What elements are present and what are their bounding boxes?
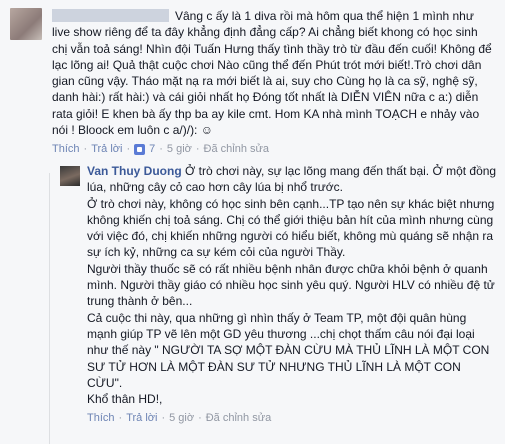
avatar[interactable] [10, 8, 42, 40]
author-name[interactable]: Van Thuy Duong [87, 164, 182, 178]
timestamp[interactable]: 5 giờ [167, 142, 192, 156]
comment-text: Vâng c ấy là 1 diva rồi mà hôm qua thể h… [52, 8, 492, 138]
like-icon [134, 143, 146, 155]
comment-body: Vâng c ấy là 1 diva rồi mà hôm qua thể h… [52, 8, 492, 156]
reply-thread-line [49, 173, 50, 444]
comment-content: Vâng c ấy là 1 diva rồi mà hôm qua thể h… [52, 9, 496, 138]
comment-body: Van Thuy Duong Ở trò chơi này, sự lạc lõ… [87, 163, 499, 425]
redacted-author-name[interactable] [52, 9, 169, 22]
timestamp[interactable]: 5 giờ [169, 411, 194, 425]
comment-content: Ở trò chơi này, sự lạc lõng mang đến thấ… [87, 164, 497, 407]
comment-actions: Thích · Trả lời · 5 giờ · Đã chỉnh sửa [87, 411, 272, 425]
edited-label[interactable]: Đã chỉnh sửa [206, 411, 271, 425]
comment-actions: Thích · Trả lời · 7 · 5 giờ · Đã chỉnh s… [52, 142, 269, 156]
avatar[interactable] [60, 166, 80, 186]
comment-text: Van Thuy Duong Ở trò chơi này, sự lạc lõ… [87, 163, 499, 407]
reply-link[interactable]: Trả lời [126, 411, 157, 425]
like-link[interactable]: Thích [87, 411, 115, 425]
reply-link[interactable]: Trả lời [91, 142, 122, 156]
like-count[interactable]: 7 [149, 142, 155, 156]
like-link[interactable]: Thích [52, 142, 80, 156]
edited-label[interactable]: Đã chỉnh sửa [204, 142, 269, 156]
